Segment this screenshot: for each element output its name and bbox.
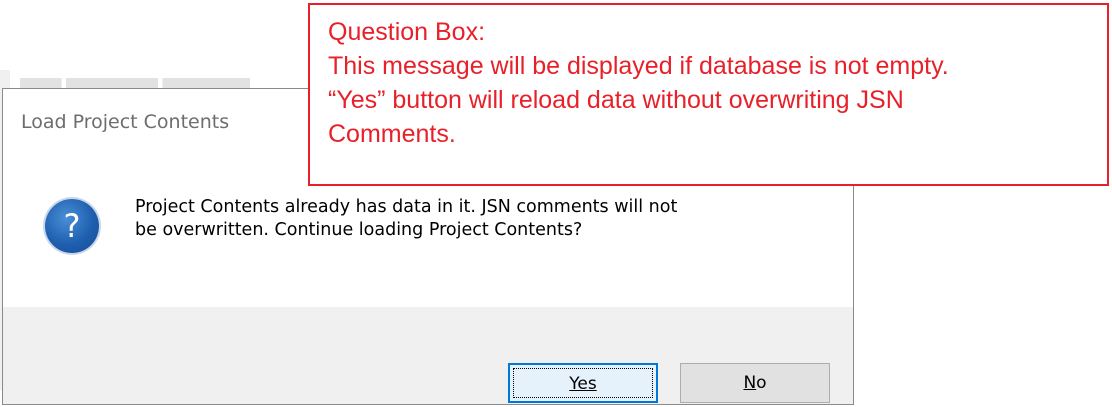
no-button-mnemonic: N — [743, 373, 757, 393]
yes-button-focus-rect — [513, 368, 653, 398]
yes-button[interactable]: Yes — [508, 363, 658, 403]
background-window-text — [20, 70, 320, 88]
callout-line-1: This message will be displayed if databa… — [328, 52, 949, 80]
screenshot-stage: Load Project Contents ? Project Contents… — [0, 0, 1112, 407]
no-button[interactable]: No — [680, 363, 830, 403]
dialog-title: Load Project Contents — [21, 111, 230, 133]
message-line-2: be overwritten. Continue loading Project… — [135, 220, 583, 240]
question-icon: ? — [45, 199, 99, 253]
callout-heading: Question Box: — [328, 18, 486, 46]
message-line-1: Project Contents already has data in it.… — [135, 197, 678, 217]
annotation-callout: Question Box: This message will be displ… — [308, 3, 1109, 186]
dialog-message: Project Contents already has data in it.… — [135, 196, 825, 242]
callout-line-2: “Yes” button will reload data without ov… — [328, 86, 904, 114]
dialog-button-bar: Yes No — [3, 307, 853, 404]
callout-line-3: Comments. — [328, 120, 456, 148]
no-button-label: No — [743, 373, 767, 393]
